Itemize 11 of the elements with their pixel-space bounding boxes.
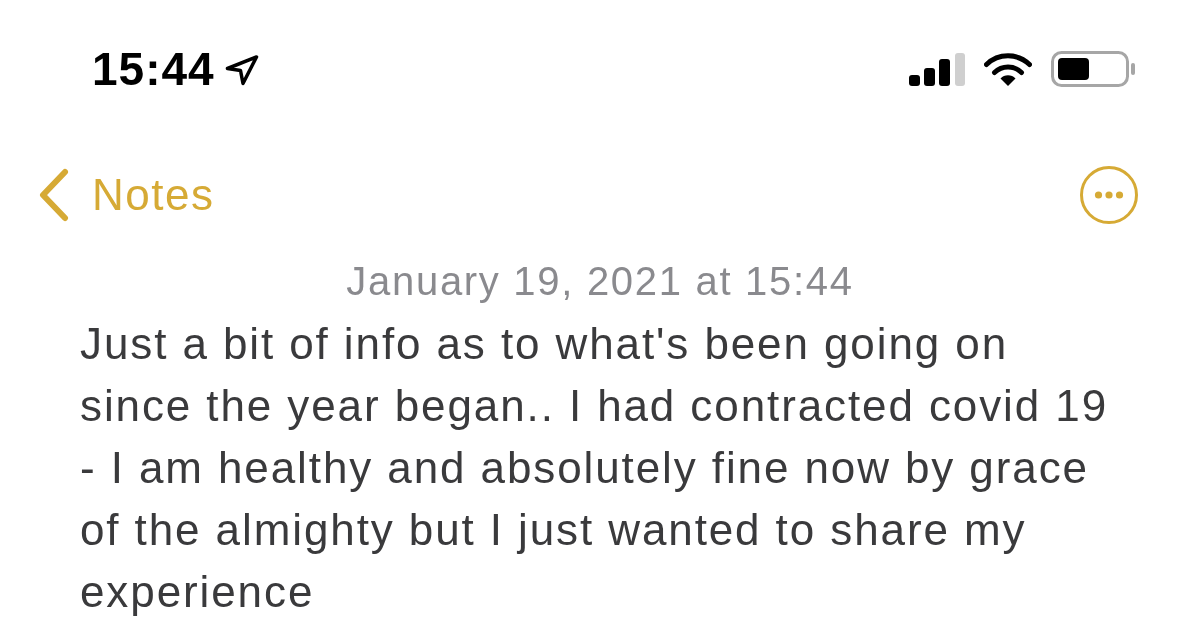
chevron-left-icon	[38, 168, 70, 222]
note-date: January 19, 2021 at 15:44	[346, 261, 854, 301]
back-button[interactable]: Notes	[38, 168, 215, 222]
signal-icon	[909, 52, 965, 86]
location-arrow-icon	[224, 54, 259, 86]
wifi-icon	[984, 52, 1032, 86]
more-button[interactable]	[1080, 166, 1138, 224]
note-body: Just a bit of info as to what's been going on since the year began.. I had contracted covid 19 - I am healthy and absolutely fine now by grace of the almighty but I just wanted to share my experience	[80, 318, 1110, 618]
more-icon	[1080, 166, 1138, 224]
battery-icon	[1051, 51, 1135, 87]
status-time: 15:44	[92, 46, 215, 92]
